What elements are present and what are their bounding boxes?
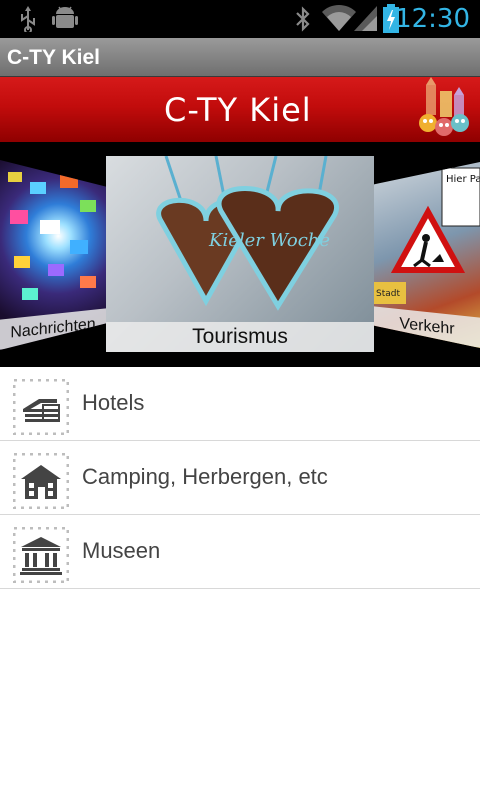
android-debug-icon (52, 6, 78, 28)
clock: 12:30 (395, 4, 470, 34)
category-carousel: Nachrichten Kieler Woche Tourismus Hier … (0, 142, 480, 367)
carousel-panel-tourismus[interactable]: Kieler Woche Tourismus (106, 156, 374, 352)
list-item-museen[interactable]: Museen (0, 515, 480, 589)
wifi-icon (322, 4, 356, 32)
list-item-label: Hotels (82, 390, 145, 415)
house-icon (13, 453, 69, 509)
list-item-camping[interactable]: Camping, Herbergen, etc (0, 441, 480, 515)
carousel-panel-verkehr[interactable]: Hier Parksch löse Stadt Verkehr (374, 162, 480, 348)
action-bar: C-TY Kiel (0, 38, 480, 77)
status-bar: 12:30 (0, 0, 480, 38)
banner-logo-text: C-TY Kiel (164, 91, 312, 129)
bluetooth-icon (296, 6, 310, 32)
usb-icon (21, 6, 35, 32)
header-banner: C-TY Kiel (0, 77, 480, 142)
category-list: Hotels Camping, Herbergen, etc Museen (0, 367, 480, 589)
list-item-label: Museen (82, 538, 161, 563)
carousel-panel-nachrichten[interactable]: Nachrichten (0, 160, 106, 350)
list-item-label: Camping, Herbergen, etc (82, 464, 328, 489)
heart-text: Kieler Woche (208, 230, 330, 251)
city-sign-text: Stadt (376, 289, 400, 299)
carousel-label-tourismus: Tourismus (106, 322, 374, 352)
museum-icon (13, 527, 69, 583)
list-item-hotels[interactable]: Hotels (0, 367, 480, 441)
city-skyline-logo (419, 77, 469, 136)
signal-icon (354, 6, 377, 31)
hotel-icon (13, 379, 69, 435)
parking-sign-text: Hier Parksch löse (446, 174, 480, 185)
app-title: C-TY Kiel (7, 46, 100, 69)
